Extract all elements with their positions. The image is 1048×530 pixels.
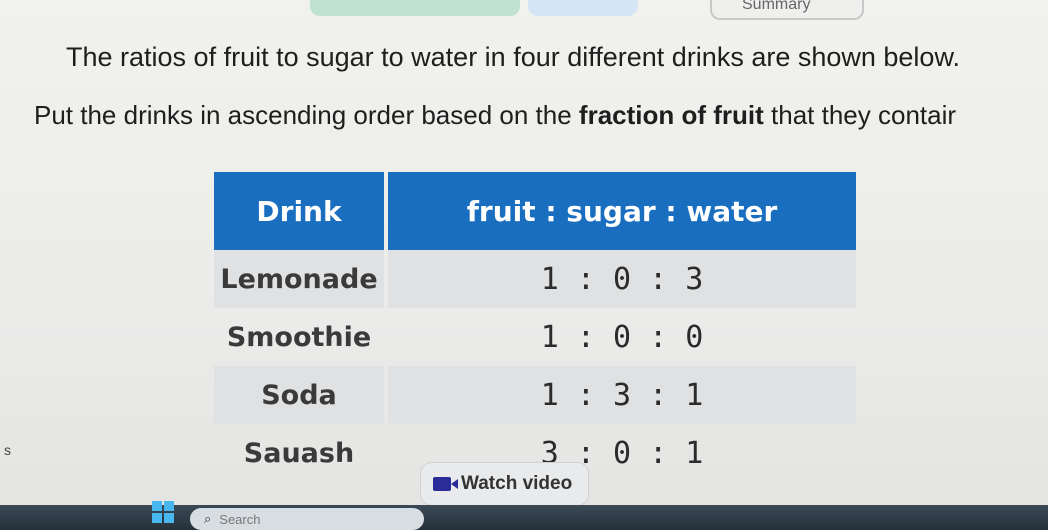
video-camera-icon: [433, 477, 458, 491]
drink-name: Sauash: [243, 437, 355, 469]
drink-ratio: 1 : 3 : 1: [388, 366, 856, 424]
drink-ratio: 1 : 0 : 0: [540, 319, 704, 355]
table-row: Soda 1 : 3 : 1: [214, 366, 856, 424]
summary-tab-label: Summary: [742, 0, 811, 13]
question-intro: The ratios of fruit to sugar to water in…: [66, 42, 960, 72]
windows-start-icon[interactable]: [152, 501, 174, 523]
instruction-bold: fraction of fruit: [578, 100, 764, 130]
search-icon: ⌕: [204, 511, 212, 526]
search-placeholder: Search: [219, 511, 261, 527]
header-drink: Drink: [214, 172, 384, 250]
table-header-row: Drink fruit : sugar : water: [214, 172, 856, 250]
top-tab-green[interactable]: [310, 0, 520, 16]
drink-name: Smoothie: [226, 321, 372, 353]
instruction-prefix: Put the drinks in ascending order based …: [34, 100, 579, 130]
drink-name: Soda: [214, 366, 384, 424]
table-row: Smoothie 1 : 0 : 0: [214, 308, 856, 366]
drink-ratio: 1 : 0 : 3: [388, 250, 856, 308]
question-instruction: Put the drinks in ascending order based …: [34, 100, 956, 131]
header-ratio: fruit : sugar : water: [388, 172, 856, 250]
ratio-table: Drink fruit : sugar : water Lemonade 1 :…: [210, 172, 860, 482]
taskbar-search-input[interactable]: ⌕ Search: [190, 508, 424, 530]
table-row: Lemonade 1 : 0 : 3: [214, 250, 856, 308]
drink-name: Lemonade: [214, 250, 384, 308]
watch-video-button[interactable]: Watch video: [420, 462, 590, 506]
left-edge-text: s: [4, 442, 11, 458]
watch-video-label: Watch video: [461, 473, 573, 494]
summary-tab[interactable]: Summary: [710, 0, 864, 20]
instruction-suffix: that they contair: [763, 100, 957, 130]
top-tab-blue[interactable]: [528, 0, 638, 16]
